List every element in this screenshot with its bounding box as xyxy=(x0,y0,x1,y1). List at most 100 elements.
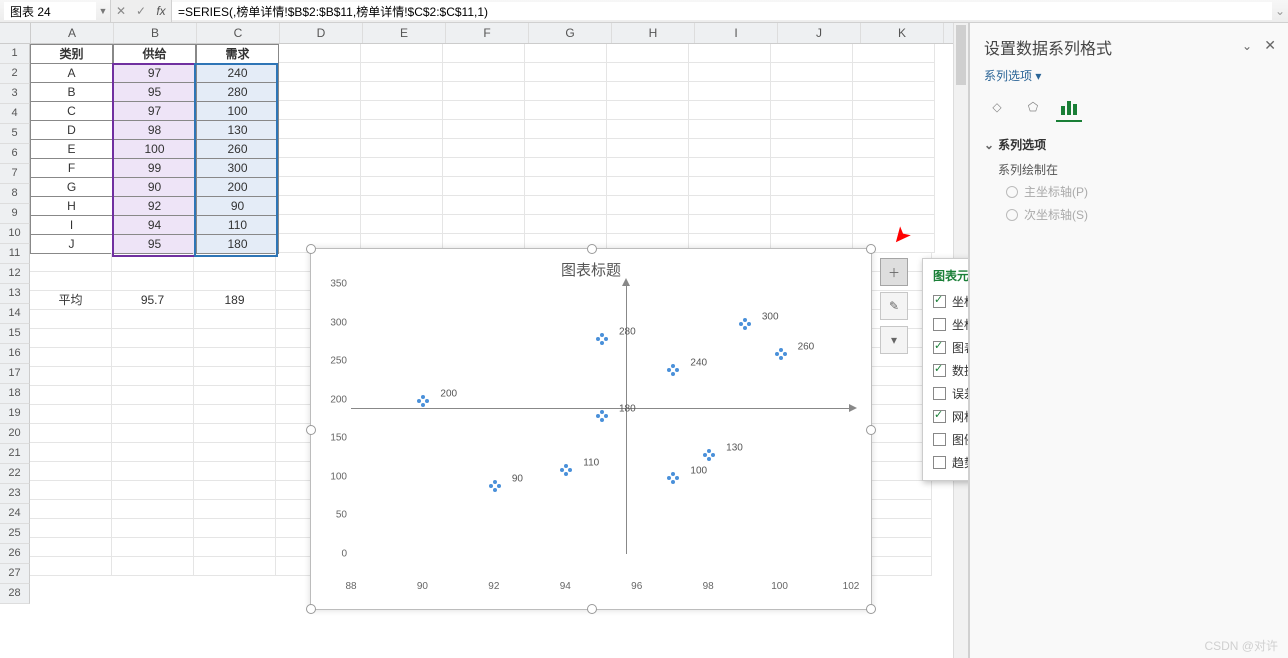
cell[interactable] xyxy=(525,120,607,139)
cell[interactable] xyxy=(112,500,194,519)
cell[interactable] xyxy=(194,424,276,443)
cell[interactable]: A xyxy=(30,63,113,83)
chart-title[interactable]: 图表标题 xyxy=(311,249,871,284)
cell[interactable] xyxy=(689,101,771,120)
row-header[interactable]: 26 xyxy=(0,544,30,564)
formula-input[interactable] xyxy=(172,2,1272,20)
data-point[interactable] xyxy=(667,364,677,374)
resize-handle[interactable] xyxy=(866,425,876,435)
cell[interactable] xyxy=(443,196,525,215)
cell[interactable] xyxy=(689,215,771,234)
cell[interactable]: 97 xyxy=(113,101,196,121)
cell[interactable]: F xyxy=(30,158,113,178)
cell[interactable] xyxy=(525,139,607,158)
cell[interactable] xyxy=(112,367,194,386)
cell[interactable] xyxy=(689,139,771,158)
cell[interactable] xyxy=(771,101,853,120)
cell[interactable] xyxy=(30,405,112,424)
cell[interactable] xyxy=(30,329,112,348)
cell[interactable] xyxy=(443,101,525,120)
cell[interactable] xyxy=(361,101,443,120)
embedded-chart[interactable]: 图表标题 05010015020025030035088909294969810… xyxy=(310,248,872,610)
cell[interactable] xyxy=(771,44,853,63)
data-point[interactable] xyxy=(703,449,713,459)
cell[interactable] xyxy=(853,63,935,82)
cell[interactable]: 280 xyxy=(196,82,279,102)
cell[interactable] xyxy=(771,82,853,101)
data-point[interactable] xyxy=(417,395,427,405)
chart-plot-area[interactable]: 0501001502002503003508890929496981001022… xyxy=(351,284,853,574)
cell[interactable]: E xyxy=(30,139,113,159)
cell[interactable] xyxy=(279,158,361,177)
col-header[interactable]: K xyxy=(861,23,944,43)
resize-handle[interactable] xyxy=(587,604,597,614)
cell[interactable] xyxy=(771,120,853,139)
series-options-dropdown[interactable]: 系列选项 ▾ xyxy=(984,67,1274,84)
cell[interactable] xyxy=(771,177,853,196)
cell[interactable]: 95 xyxy=(113,234,196,254)
cell[interactable]: 94 xyxy=(113,215,196,235)
cell[interactable]: 95.7 xyxy=(112,291,194,310)
data-label[interactable]: 100 xyxy=(690,465,707,476)
effects-tab-icon[interactable]: ⬠ xyxy=(1020,94,1046,120)
row-header[interactable]: 5 xyxy=(0,124,30,144)
cell[interactable] xyxy=(607,158,689,177)
cell[interactable] xyxy=(279,82,361,101)
cell[interactable] xyxy=(194,329,276,348)
cell[interactable] xyxy=(30,443,112,462)
chart-element-option[interactable]: 图例 xyxy=(927,428,969,451)
data-point[interactable] xyxy=(489,480,499,490)
spreadsheet-grid[interactable]: A B C D E F G H I J K 123456789101112131… xyxy=(0,23,969,658)
cell[interactable] xyxy=(30,481,112,500)
chart-element-option[interactable]: 坐标轴 xyxy=(927,290,969,313)
cell[interactable] xyxy=(361,82,443,101)
cell[interactable] xyxy=(689,82,771,101)
cell[interactable] xyxy=(607,63,689,82)
cell[interactable] xyxy=(771,158,853,177)
cell[interactable] xyxy=(361,63,443,82)
cell[interactable] xyxy=(443,215,525,234)
cell[interactable] xyxy=(112,386,194,405)
checkbox-icon[interactable] xyxy=(933,364,946,377)
cell[interactable] xyxy=(279,177,361,196)
cell[interactable] xyxy=(194,386,276,405)
cell[interactable] xyxy=(112,329,194,348)
col-header[interactable]: G xyxy=(529,23,612,43)
cell[interactable] xyxy=(194,272,276,291)
fill-line-tab-icon[interactable]: ◇ xyxy=(984,94,1010,120)
cell[interactable] xyxy=(112,557,194,576)
cell[interactable] xyxy=(30,367,112,386)
cell[interactable]: 189 xyxy=(194,291,276,310)
cell[interactable] xyxy=(30,500,112,519)
cell[interactable] xyxy=(525,196,607,215)
row-header[interactable]: 9 xyxy=(0,204,30,224)
row-header[interactable]: 28 xyxy=(0,584,30,604)
cell[interactable]: J xyxy=(30,234,113,254)
cell[interactable] xyxy=(279,101,361,120)
row-header[interactable]: 8 xyxy=(0,184,30,204)
row-header[interactable]: 7 xyxy=(0,164,30,184)
cell[interactable] xyxy=(30,272,112,291)
data-label[interactable]: 200 xyxy=(440,388,457,399)
cell[interactable]: I xyxy=(30,215,113,235)
cell[interactable] xyxy=(689,63,771,82)
cell[interactable] xyxy=(771,139,853,158)
cell[interactable] xyxy=(853,139,935,158)
cell[interactable] xyxy=(443,120,525,139)
row-header[interactable]: 6 xyxy=(0,144,30,164)
row-header[interactable]: 17 xyxy=(0,364,30,384)
chart-element-option[interactable]: 网格线 xyxy=(927,405,969,428)
cell[interactable] xyxy=(194,481,276,500)
resize-handle[interactable] xyxy=(306,604,316,614)
data-point[interactable] xyxy=(596,333,606,343)
cell[interactable] xyxy=(194,348,276,367)
cell[interactable] xyxy=(853,120,935,139)
select-all-corner[interactable] xyxy=(0,23,31,43)
name-box-dropdown-icon[interactable]: ▼ xyxy=(96,6,110,16)
resize-handle[interactable] xyxy=(866,244,876,254)
cell[interactable] xyxy=(112,348,194,367)
cell[interactable] xyxy=(279,196,361,215)
cell[interactable] xyxy=(30,348,112,367)
cell[interactable] xyxy=(361,120,443,139)
row-header[interactable]: 15 xyxy=(0,324,30,344)
